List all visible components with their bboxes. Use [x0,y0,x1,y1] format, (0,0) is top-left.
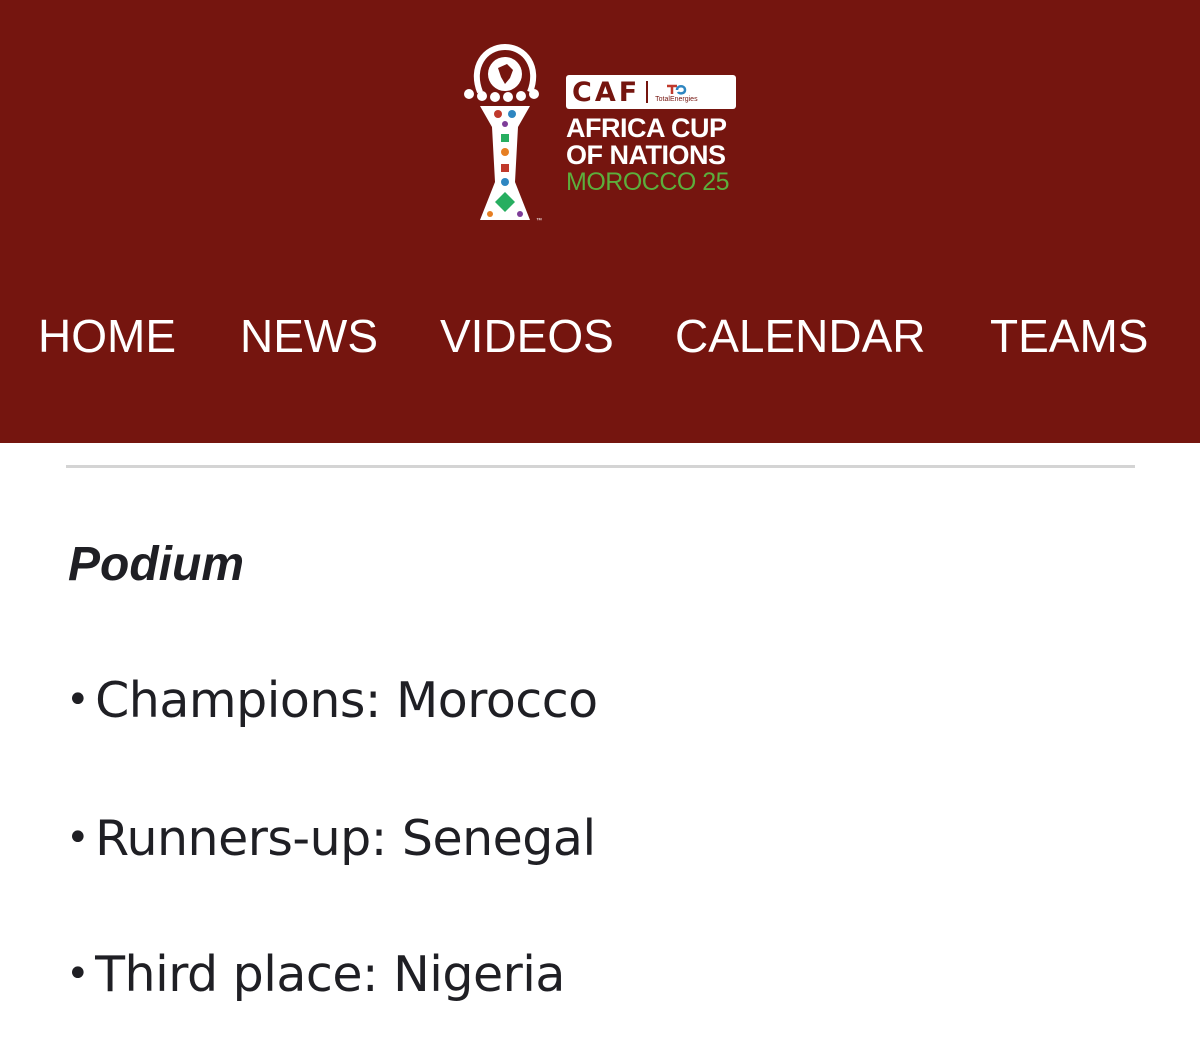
brand-wordmark: CAF TotalEnergies AFRICA CUP OF NATIONS … [566,75,742,196]
section-title: Podium [68,538,244,591]
bullet: • [66,815,90,861]
list-item: • Runners-up: Senegal [66,810,596,867]
item-label: Third place: [95,946,378,1003]
brand-line-3: MOROCCO 25 [566,168,730,196]
nav-item-teams[interactable]: TEAMS [990,308,1148,364]
bullet: • [66,951,90,997]
item-value: Nigeria [393,946,565,1003]
item-label: Runners-up: [95,810,387,867]
site-header: ™ CAF TotalEnergies AFRICA CUP OF NATION… [0,0,1200,443]
main-nav: HOME NEWS VIDEOS CALENDAR TEAMS [0,308,1200,364]
nav-item-calendar[interactable]: CALENDAR [675,308,926,364]
caf-badge: CAF TotalEnergies [566,75,736,109]
totalenergies-icon [667,84,687,95]
totalenergies-mark: TotalEnergies [655,82,698,103]
bullet: • [66,677,90,723]
item-value: Morocco [396,672,598,729]
brand-line-1: AFRICA CUP [566,113,727,143]
nav-item-home[interactable]: HOME [38,308,176,364]
nav-item-news[interactable]: NEWS [240,308,378,364]
sponsor-text: TotalEnergies [655,95,698,103]
item-label: Champions: [95,672,381,729]
brand-line-2: OF NATIONS [566,140,726,170]
nav-item-videos[interactable]: VIDEOS [440,308,614,364]
item-value: Senegal [401,810,596,867]
section-divider [66,465,1135,468]
afcon-logo[interactable]: ™ CAF TotalEnergies AFRICA CUP OF NATION… [460,42,750,232]
list-item: • Third place: Nigeria [66,946,565,1003]
trophy-icon [464,43,539,220]
badge-divider [646,81,649,103]
caf-text: CAF [572,76,641,108]
list-item: • Champions: Morocco [66,672,598,729]
trademark-mark: ™ [536,218,542,224]
